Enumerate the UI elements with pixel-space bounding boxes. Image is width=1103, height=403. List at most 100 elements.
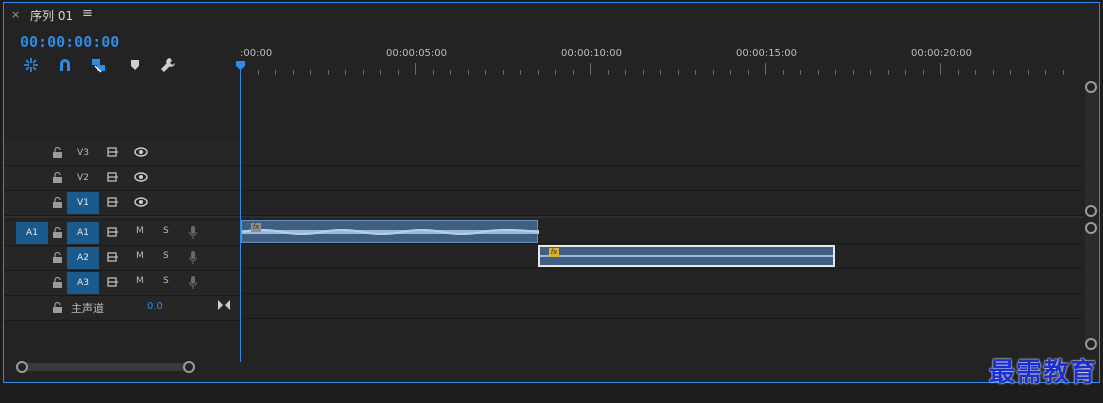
ruler-tick	[450, 70, 451, 75]
microphone-icon[interactable]	[189, 276, 197, 289]
master-volume-value[interactable]: 0.0	[147, 301, 163, 312]
source-patch-a1[interactable]: A1	[16, 222, 48, 244]
ruler-label: 00:00:10:00	[561, 48, 623, 59]
audio-clip-a1[interactable]: fx	[241, 220, 539, 243]
video-vertical-scrollbar[interactable]	[1085, 81, 1099, 211]
fx-badge-icon: fx	[251, 223, 261, 232]
unlock-icon[interactable]	[53, 197, 62, 208]
eye-icon[interactable]	[134, 172, 148, 182]
unlock-icon[interactable]	[53, 252, 62, 263]
lane-a3[interactable]	[241, 269, 1084, 294]
unlock-icon[interactable]	[53, 302, 62, 313]
ruler-label: 00:00:20:00	[911, 48, 973, 59]
track-label-v1[interactable]: V1	[67, 192, 99, 214]
track-label-v3[interactable]: V3	[67, 142, 99, 164]
ruler-tick	[712, 70, 714, 75]
ruler-tick	[870, 70, 871, 75]
sync-lock-icon[interactable]	[107, 197, 119, 207]
zoom-handle-right[interactable]	[183, 361, 195, 373]
close-tab-icon[interactable]: ×	[11, 8, 20, 21]
ruler-tick	[432, 70, 434, 75]
sync-lock-icon[interactable]	[107, 277, 119, 287]
ruler-tick	[485, 70, 486, 75]
eye-icon[interactable]	[134, 147, 148, 157]
ruler-tick	[730, 70, 731, 75]
mute-button[interactable]: M	[136, 226, 144, 236]
track-label-v2[interactable]: V2	[67, 167, 99, 189]
panel-menu-icon[interactable]: ≡	[82, 6, 93, 21]
ruler-tick	[537, 70, 539, 75]
scroll-handle-top[interactable]	[1085, 222, 1097, 234]
sync-lock-icon[interactable]	[107, 172, 119, 182]
ruler-tick	[905, 70, 906, 75]
solo-button[interactable]: S	[163, 226, 169, 236]
master-track-label: 主声道	[71, 302, 104, 315]
solo-button[interactable]: S	[163, 251, 169, 261]
track-header-v3: V3	[4, 141, 240, 166]
lane-v2[interactable]	[241, 166, 1084, 191]
ruler-tick	[992, 70, 994, 75]
playhead-timecode[interactable]: 00:00:00:00	[20, 33, 119, 51]
unlock-icon[interactable]	[53, 147, 62, 158]
fx-badge-icon: fx	[549, 248, 559, 257]
audio-clip-a2[interactable]: fx	[538, 245, 835, 267]
video-audio-divider[interactable]	[4, 216, 1084, 218]
wrench-settings-icon[interactable]	[159, 57, 177, 73]
mute-button[interactable]: M	[136, 251, 144, 261]
track-label-a3[interactable]: A3	[67, 272, 99, 294]
lane-master[interactable]	[241, 294, 1084, 319]
time-ruler[interactable]: :00:00 00:00:05:00 00:00:10:00 00:00:15:…	[240, 41, 1099, 75]
scroll-handle-bottom[interactable]	[1085, 205, 1097, 217]
sync-lock-icon[interactable]	[107, 147, 119, 157]
linked-selection-icon[interactable]	[90, 57, 108, 73]
ruler-tick	[327, 70, 329, 75]
track-label-a1[interactable]: A1	[67, 222, 99, 244]
ruler-tick	[520, 70, 521, 75]
snap-magnet-icon[interactable]	[56, 57, 74, 73]
ruler-tick	[257, 70, 259, 75]
ruler-label: 00:00:15:00	[736, 48, 798, 59]
ruler-tick	[852, 70, 854, 75]
ruler-tick	[922, 70, 924, 75]
sync-lock-icon[interactable]	[107, 252, 119, 262]
add-marker-icon[interactable]	[126, 57, 144, 73]
lane-v3[interactable]	[241, 141, 1084, 166]
ruler-tick	[275, 70, 276, 75]
eye-icon[interactable]	[134, 197, 148, 207]
sync-lock-icon[interactable]	[107, 227, 119, 237]
unlock-icon[interactable]	[53, 277, 62, 288]
nest-icon[interactable]	[22, 57, 40, 73]
track-header-a3: A3 M S	[4, 271, 240, 296]
ruler-tick	[677, 70, 679, 75]
ruler-tick	[1027, 70, 1029, 75]
ruler-tick	[695, 70, 696, 75]
sequence-tab-title[interactable]: 序列 01	[30, 7, 73, 24]
zoom-handle-left[interactable]	[16, 361, 28, 373]
solo-button[interactable]: S	[163, 276, 169, 286]
track-headers: V3 V2 V1 A1 A1 M S A2 M S A3 M S 主声道 0.0	[4, 75, 240, 365]
horizontal-zoom-scrollbar[interactable]	[16, 363, 191, 371]
scroll-handle-top[interactable]	[1085, 81, 1097, 93]
track-header-a2: A2 M S	[4, 246, 240, 271]
microphone-icon[interactable]	[189, 226, 197, 239]
playhead-line[interactable]	[240, 67, 241, 362]
unlock-icon[interactable]	[53, 227, 62, 238]
ruler-tick	[607, 70, 609, 75]
audio-vertical-scrollbar[interactable]	[1085, 223, 1099, 343]
unlock-icon[interactable]	[53, 172, 62, 183]
ruler-tick	[502, 70, 504, 75]
ruler-tick	[835, 70, 836, 75]
go-to-in-out-icon[interactable]	[218, 300, 230, 310]
ruler-label: :00:00	[240, 48, 273, 59]
track-header-a1: A1 A1 M S	[4, 221, 240, 246]
mute-button[interactable]: M	[136, 276, 144, 286]
track-label-a2[interactable]: A2	[67, 247, 99, 269]
scroll-handle-bottom[interactable]	[1085, 338, 1097, 350]
track-header-master: 主声道 0.0	[4, 296, 240, 321]
waveform	[242, 229, 539, 235]
lane-v1[interactable]	[241, 191, 1084, 216]
ruler-tick	[765, 63, 766, 75]
ruler-tick	[940, 63, 941, 75]
microphone-icon[interactable]	[189, 251, 197, 264]
ruler-tick	[817, 70, 819, 75]
